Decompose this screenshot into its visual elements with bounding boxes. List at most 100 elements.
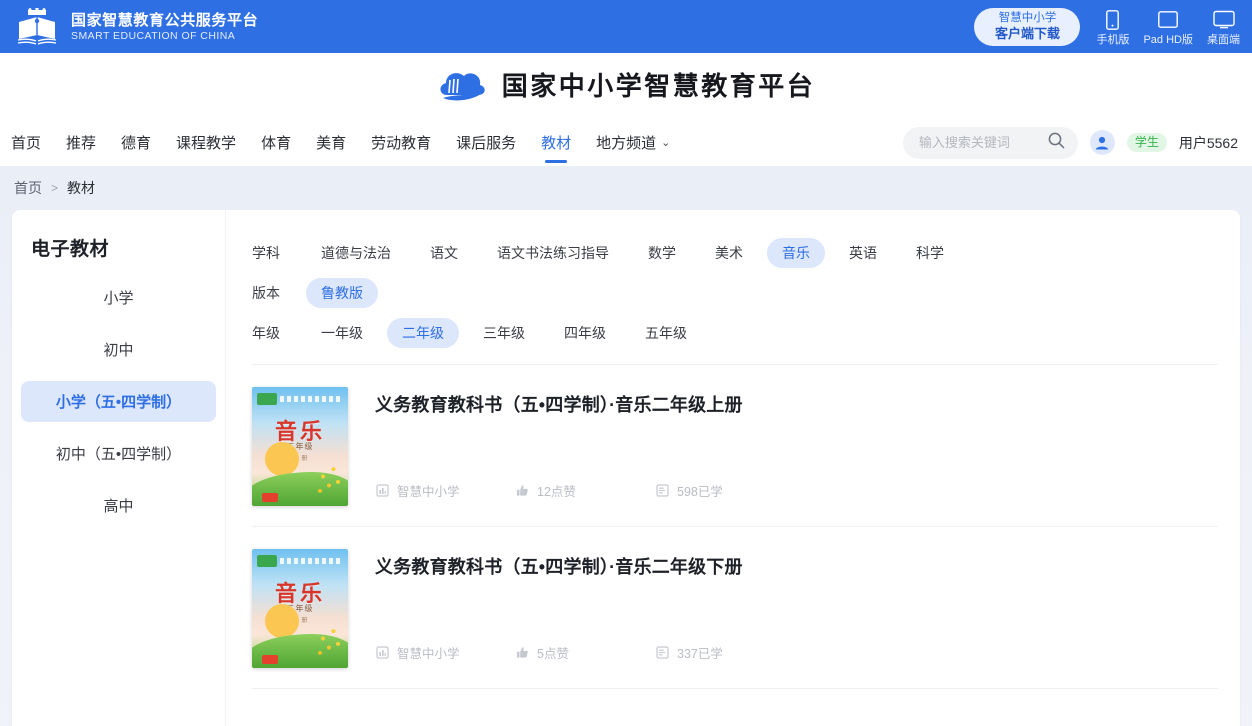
platform-link-desktop[interactable]: 桌面端 (1207, 9, 1240, 47)
sidebar-item-junior-54[interactable]: 初中（五•四学制） (21, 433, 216, 474)
book-likes: 12点赞 (515, 481, 655, 500)
breadcrumb-home[interactable]: 首页 (14, 178, 42, 198)
study-doc-icon (655, 484, 669, 498)
chip-label: 四年级 (564, 325, 606, 341)
chip-grade-3[interactable]: 三年级 (468, 318, 540, 348)
download-button-line2: 客户端下载 (994, 26, 1060, 41)
chip-subject-art[interactable]: 美术 (700, 238, 758, 268)
cover-flowers (314, 462, 344, 498)
book-info: 义务教育教科书（五•四学制）·音乐二年级下册 智慧中小学 5点赞 337已学 (375, 549, 1218, 668)
page-body: 首页 > 教材 电子教材 小学 初中 小学（五•四学制） 初中（五•四学制） 高… (0, 166, 1252, 726)
nav-item-after-school[interactable]: 课后服务 (456, 119, 516, 166)
sidebar: 电子教材 小学 初中 小学（五•四学制） 初中（五•四学制） 高中 (12, 210, 226, 726)
book-likes: 5点赞 (515, 643, 655, 662)
filter-chips-version: 鲁教版 (306, 278, 387, 308)
book-meta-row: 智慧中小学 5点赞 337已学 (375, 643, 1218, 664)
search-input[interactable] (918, 135, 1039, 150)
publisher-icon (375, 646, 389, 660)
chip-grade-1[interactable]: 一年级 (306, 318, 378, 348)
download-button-line1: 智慧中小学 (998, 12, 1057, 24)
nav-label: 推荐 (66, 135, 97, 152)
platform-link-tablet[interactable]: Pad HD版 (1143, 9, 1193, 47)
topbar-right-group: 智慧中小学 客户端下载 手机版 Pad HD版 桌面端 (974, 7, 1240, 47)
chip-version-lujiao[interactable]: 鲁教版 (306, 278, 378, 308)
sidebar-item-primary-54[interactable]: 小学（五•四学制） (21, 381, 216, 422)
top-utility-bar: 国家智慧教育公共服务平台 SMART EDUCATION OF CHINA 智慧… (0, 0, 1252, 53)
chip-subject-music[interactable]: 音乐 (767, 238, 825, 268)
chip-grade-2[interactable]: 二年级 (387, 318, 459, 348)
main-navigation: 首页 推荐 德育 课程教学 体育 美育 劳动教育 课后服务 教材 地方频道 ⌄ … (0, 119, 1252, 166)
avatar[interactable] (1089, 130, 1115, 155)
sidebar-item-primary[interactable]: 小学 (21, 277, 216, 318)
book-likes-label: 5点赞 (537, 647, 569, 661)
nav-item-textbooks[interactable]: 教材 (541, 119, 571, 166)
sidebar-item-label: 初中（五•四学制） (55, 446, 182, 463)
chip-label: 五年级 (645, 325, 687, 341)
list-item[interactable]: 音乐 二年级 上 册 义务教育教科书（五•四学制）·音乐二年级上册 智慧中小学 … (252, 365, 1218, 527)
cover-banner-text (280, 395, 340, 402)
site-brand[interactable]: 国家智慧教育公共服务平台 SMART EDUCATION OF CHINA (14, 6, 258, 46)
sidebar-item-junior[interactable]: 初中 (21, 329, 216, 370)
thumbs-up-icon (515, 646, 529, 660)
book-publisher-label: 智慧中小学 (397, 485, 460, 499)
chip-subject-morality[interactable]: 道德与法治 (306, 238, 406, 268)
nav-item-home[interactable]: 首页 (11, 119, 41, 166)
nav-label: 劳动教育 (371, 135, 432, 152)
chip-subject-english[interactable]: 英语 (834, 238, 892, 268)
chip-subject-math[interactable]: 数学 (633, 238, 691, 268)
cover-red-object (262, 655, 278, 664)
chip-label: 语文书法练习指导 (497, 245, 609, 261)
chip-label: 语文 (430, 245, 458, 261)
book-info: 义务教育教科书（五•四学制）·音乐二年级上册 智慧中小学 12点赞 598已学 (375, 387, 1218, 506)
book-publisher: 智慧中小学 (375, 643, 515, 662)
chip-subject-science[interactable]: 科学 (901, 238, 959, 268)
book-cover[interactable]: 音乐 二年级 下 册 (252, 549, 348, 668)
chip-subject-chinese[interactable]: 语文 (415, 238, 473, 268)
filter-row-subject: 学科 道德与法治 语文 语文书法练习指导 数学 美术 音乐 英语 科学 (252, 238, 1218, 268)
book-title[interactable]: 义务教育教科书（五•四学制）·音乐二年级上册 (375, 393, 1218, 417)
chip-label: 数学 (648, 245, 676, 261)
nav-label: 地方频道 (596, 135, 657, 152)
nav-item-aesthetic-education[interactable]: 美育 (316, 119, 346, 166)
chip-grade-4[interactable]: 四年级 (549, 318, 621, 348)
desktop-icon (1212, 9, 1235, 31)
book-likes-label: 12点赞 (537, 485, 576, 499)
nav-item-moral-education[interactable]: 德育 (121, 119, 151, 166)
nav-item-recommend[interactable]: 推荐 (66, 119, 96, 166)
platform-link-mobile[interactable]: 手机版 (1096, 9, 1129, 47)
phone-icon (1106, 9, 1120, 31)
sidebar-item-senior[interactable]: 高中 (21, 485, 216, 526)
nav-item-labor-education[interactable]: 劳动教育 (371, 119, 431, 166)
filter-label-grade: 年级 (252, 325, 280, 341)
chip-label: 二年级 (402, 325, 444, 341)
user-name[interactable]: 用户5562 (1179, 133, 1238, 153)
nav-item-curriculum[interactable]: 课程教学 (176, 119, 236, 166)
nav-label: 首页 (11, 135, 42, 152)
filter-chips-grade: 一年级 二年级 三年级 四年级 五年级 (306, 318, 711, 348)
chip-grade-5[interactable]: 五年级 (630, 318, 702, 348)
nav-label: 课后服务 (456, 135, 517, 152)
book-cover[interactable]: 音乐 二年级 上 册 (252, 387, 348, 506)
book-title[interactable]: 义务教育教科书（五•四学制）·音乐二年级下册 (375, 555, 1218, 579)
client-download-button[interactable]: 智慧中小学 客户端下载 (974, 7, 1081, 46)
cover-flowers (314, 624, 344, 660)
chip-subject-calligraphy[interactable]: 语文书法练习指导 (482, 238, 624, 268)
filter-label-version: 版本 (252, 285, 280, 301)
nav-right-group: 学生 用户5562 (902, 126, 1238, 159)
filter-label-subject: 学科 (252, 245, 280, 261)
search-box[interactable] (902, 126, 1078, 159)
search-icon[interactable] (1048, 132, 1065, 154)
book-studied-label: 598已学 (677, 485, 723, 499)
nav-item-physical-education[interactable]: 体育 (261, 119, 291, 166)
filter-row-version: 版本 鲁教版 (252, 278, 1218, 308)
chip-label: 科学 (916, 245, 944, 261)
cover-banner-text (280, 557, 340, 564)
nav-item-local-channel[interactable]: 地方频道 ⌄ (596, 119, 670, 166)
chip-label: 美术 (715, 245, 743, 261)
study-doc-icon (655, 646, 669, 660)
cover-banner-tag (257, 392, 277, 405)
nav-items: 首页 推荐 德育 课程教学 体育 美育 劳动教育 课后服务 教材 地方频道 ⌄ (0, 119, 695, 166)
list-item[interactable]: 音乐 二年级 下 册 义务教育教科书（五•四学制）·音乐二年级下册 智慧中小学 … (252, 527, 1218, 689)
thumbs-up-icon (515, 484, 529, 498)
publisher-icon (375, 484, 389, 498)
